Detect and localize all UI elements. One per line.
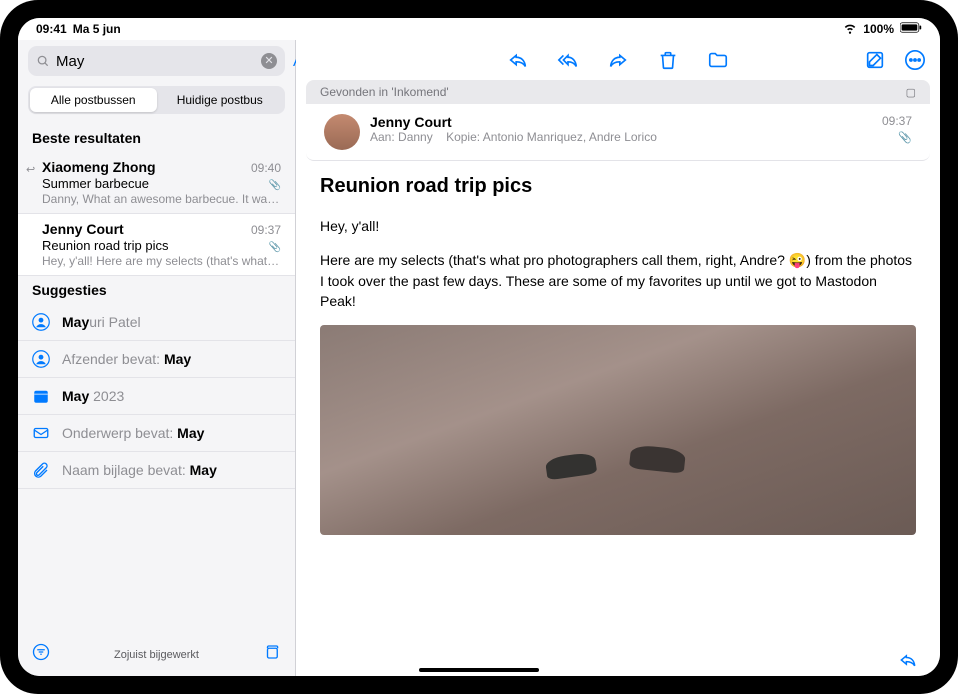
result-sender: Jenny Court bbox=[42, 221, 124, 237]
suggestion-attachment-contains[interactable]: Naam bijlage bevat: May bbox=[18, 452, 295, 489]
message-time: 09:37 bbox=[882, 114, 912, 128]
mailbox-icon: ▢ bbox=[906, 86, 916, 99]
cc-value[interactable]: Antonio Manriquez, Andre Lorico bbox=[483, 130, 657, 144]
suggestion-text: Onderwerp bevat: May bbox=[62, 425, 281, 441]
suggestion-text: Mayuri Patel bbox=[62, 314, 281, 330]
calendar-icon bbox=[32, 387, 50, 405]
section-suggestions: Suggesties bbox=[18, 276, 295, 304]
result-sender: Xiaomeng Zhong bbox=[42, 159, 156, 175]
person-icon bbox=[32, 313, 50, 331]
wifi-icon bbox=[843, 21, 857, 38]
sidebar: ✕ Annuleer Alle postbussen Huidige postb… bbox=[18, 40, 296, 676]
battery-pct: 100% bbox=[863, 22, 894, 36]
message-toolbar bbox=[296, 40, 940, 80]
status-date: Ma 5 jun bbox=[73, 22, 121, 36]
quick-reply-icon[interactable] bbox=[898, 650, 918, 670]
to-value[interactable]: Danny bbox=[398, 130, 433, 144]
scope-segmented-control[interactable]: Alle postbussen Huidige postbus bbox=[28, 86, 285, 114]
suggestion-text: May 2023 bbox=[62, 388, 281, 404]
more-icon[interactable] bbox=[904, 49, 926, 71]
result-subject: Summer barbecue bbox=[42, 176, 281, 191]
suggestion-sender-contains[interactable]: Afzender bevat: May bbox=[18, 341, 295, 378]
seg-all-mailboxes[interactable]: Alle postbussen bbox=[30, 88, 157, 112]
trash-icon[interactable] bbox=[657, 49, 679, 71]
suggestion-date[interactable]: May 2023 bbox=[18, 378, 295, 415]
clear-search-button[interactable]: ✕ bbox=[261, 53, 277, 69]
attachment-icon: 📎 bbox=[269, 242, 281, 253]
reply-all-icon[interactable] bbox=[557, 49, 579, 71]
suggestion-text: Naam bijlage bevat: May bbox=[62, 462, 281, 478]
attachment-icon: 📎 bbox=[269, 180, 281, 191]
search-input[interactable] bbox=[56, 53, 255, 70]
message-paragraph: Here are my selects (that's what pro pho… bbox=[320, 250, 916, 311]
person-icon bbox=[32, 350, 50, 368]
found-in-label: Gevonden in 'Inkomend' bbox=[320, 85, 449, 99]
paperclip-icon bbox=[32, 461, 50, 479]
sync-status: Zojuist bijgewerkt bbox=[114, 649, 199, 661]
message-pane: Gevonden in 'Inkomend' ▢ Jenny Court Aan… bbox=[296, 40, 940, 676]
status-time: 09:41 bbox=[36, 22, 67, 36]
section-top-hits: Beste resultaten bbox=[18, 124, 295, 152]
filter-icon[interactable] bbox=[32, 643, 50, 666]
screen: 09:41 Ma 5 jun 100% bbox=[18, 18, 940, 676]
result-snippet: Hey, y'all! Here are my selects (that's … bbox=[42, 254, 281, 268]
reply-icon[interactable] bbox=[507, 49, 529, 71]
message-body: Reunion road trip pics Hey, y'all! Here … bbox=[296, 161, 940, 549]
suggestion-person[interactable]: Mayuri Patel bbox=[18, 304, 295, 341]
cc-label: Kopie: bbox=[446, 130, 483, 144]
message-header: Jenny Court Aan: Danny Kopie: Antonio Ma… bbox=[306, 104, 930, 161]
message-subject: Reunion road trip pics bbox=[320, 175, 916, 198]
message-paragraph: Hey, y'all! bbox=[320, 216, 916, 236]
search-icon bbox=[36, 54, 50, 68]
attachment-icon: 📎 bbox=[882, 131, 912, 144]
suggestion-text: Afzender bevat: May bbox=[62, 351, 281, 367]
result-time: 09:40 bbox=[251, 161, 281, 175]
result-snippet: Danny, What an awesome barbecue. It was … bbox=[42, 192, 281, 206]
attached-photo[interactable] bbox=[320, 325, 916, 535]
status-bar: 09:41 Ma 5 jun 100% bbox=[18, 18, 940, 40]
suggestion-subject-contains[interactable]: Onderwerp bevat: May bbox=[18, 415, 295, 452]
result-item[interactable]: Jenny Court 09:37 📎 Reunion road trip pi… bbox=[18, 214, 295, 276]
reply-indicator-icon: ↩︎ bbox=[26, 163, 35, 176]
found-in-bar: Gevonden in 'Inkomend' ▢ bbox=[306, 80, 930, 104]
device-frame: 09:41 Ma 5 jun 100% bbox=[0, 0, 958, 694]
move-folder-icon[interactable] bbox=[707, 49, 729, 71]
seg-current-mailbox[interactable]: Huidige postbus bbox=[157, 88, 284, 112]
result-time: 09:37 bbox=[251, 223, 281, 237]
home-indicator[interactable] bbox=[419, 668, 539, 672]
avatar[interactable] bbox=[324, 114, 360, 150]
result-subject: Reunion road trip pics bbox=[42, 238, 281, 253]
search-box[interactable]: ✕ bbox=[28, 46, 285, 76]
message-from[interactable]: Jenny Court bbox=[370, 114, 872, 130]
to-label: Aan: bbox=[370, 130, 398, 144]
battery-icon bbox=[900, 22, 922, 36]
compose-icon[interactable] bbox=[864, 49, 886, 71]
mailboxes-icon[interactable] bbox=[263, 643, 281, 666]
forward-icon[interactable] bbox=[607, 49, 629, 71]
result-item[interactable]: ↩︎ Xiaomeng Zhong 09:40 📎 Summer barbecu… bbox=[18, 152, 295, 214]
envelope-icon bbox=[32, 424, 50, 442]
